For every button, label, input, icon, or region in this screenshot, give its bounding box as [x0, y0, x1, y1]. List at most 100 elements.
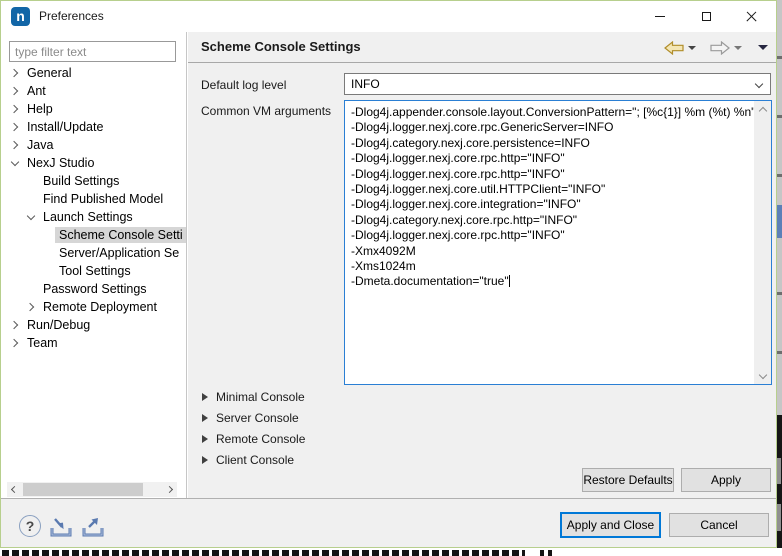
preferences-tree: General Ant HelpInstall/UpdateJava NexJ Stu… — [1, 64, 186, 352]
apply-button[interactable]: Apply — [681, 468, 771, 492]
vm-arguments-label: Common VM arguments — [201, 104, 331, 118]
log-level-label: Default log level — [201, 78, 286, 92]
chevron-right-icon[interactable] — [23, 304, 39, 310]
tree-item-find-published-model[interactable]: Find Published Model — [1, 190, 186, 208]
tree-item-label: Run/Debug — [23, 317, 94, 333]
forward-arrow-icon[interactable] — [710, 41, 730, 55]
vm-argument-line: -Dmeta.documentation="true" — [351, 274, 754, 289]
log-level-value: INFO — [351, 77, 380, 91]
title-bar[interactable]: n Preferences — [1, 1, 776, 32]
vm-argument-line: -Dlog4j.logger.nexj.core.util.HTTPClient… — [351, 182, 754, 197]
tree-item-java[interactable]: Java — [1, 136, 186, 154]
maximize-icon — [702, 12, 711, 21]
close-icon — [745, 11, 757, 23]
tree-item-password-settings[interactable]: Password Settings — [1, 280, 186, 298]
chevron-down-icon[interactable] — [23, 216, 39, 219]
chevron-right-icon[interactable] — [7, 142, 23, 148]
chevron-right-icon[interactable] — [7, 322, 23, 328]
section-minimal-console[interactable]: Minimal Console — [202, 386, 305, 407]
tree-item-label: Find Published Model — [39, 191, 167, 207]
tree-item-team[interactable]: Team — [1, 334, 186, 352]
tree-item-general[interactable]: General — [1, 64, 186, 82]
vm-argument-line: -Dlog4j.logger.nexj.core.integration="IN… — [351, 197, 754, 212]
chevron-right-icon[interactable] — [7, 88, 23, 94]
chevron-right-icon[interactable] — [7, 340, 23, 346]
vm-arguments-text: -Dlog4j.appender.console.layout.Conversi… — [345, 101, 754, 384]
view-menu-icon[interactable] — [758, 45, 768, 50]
scroll-right-icon[interactable] — [162, 487, 177, 492]
tree-item-scheme-console-setti[interactable]: Scheme Console Setti — [1, 226, 186, 244]
chevron-right-icon[interactable] — [7, 70, 23, 76]
vm-argument-line: -Dlog4j.logger.nexj.core.rpc.http="INFO" — [351, 167, 754, 182]
close-button[interactable] — [728, 1, 774, 32]
background-window-fragment-right — [777, 0, 782, 548]
vm-argument-line: -Dlog4j.category.nexj.core.rpc.http="INF… — [351, 213, 754, 228]
settings-panel: Default log level INFO Common VM argumen… — [188, 63, 776, 498]
tree-item-label: NexJ Studio — [23, 155, 98, 171]
vm-argument-line: -Xms1024m — [351, 259, 754, 274]
triangle-right-icon — [202, 435, 208, 443]
section-label: Client Console — [216, 453, 294, 467]
section-remote-console[interactable]: Remote Console — [202, 428, 305, 449]
minimize-button[interactable] — [637, 1, 683, 32]
tree-item-label: Remote Deployment — [39, 299, 161, 315]
settings-header: Scheme Console Settings — [188, 32, 776, 63]
vm-argument-line: -Dlog4j.logger.nexj.core.rpc.http="INFO" — [351, 228, 754, 243]
chevron-right-icon[interactable] — [7, 106, 23, 112]
export-preferences-icon[interactable] — [81, 517, 107, 539]
tree-item-label: Server/Application Se — [55, 245, 183, 261]
tree-item-label: Java — [23, 137, 57, 153]
tree-horizontal-scrollbar[interactable] — [7, 482, 177, 497]
minimize-icon — [655, 16, 665, 17]
tree-item-install-update[interactable]: Install/Update — [1, 118, 186, 136]
tree-item-server-application-se[interactable]: Server/Application Se — [1, 244, 186, 262]
scroll-down-icon[interactable] — [754, 368, 771, 384]
tree-item-ant[interactable]: Ant — [1, 82, 186, 100]
maximize-button[interactable] — [683, 1, 729, 32]
tree-item-launch-settings[interactable]: Launch Settings — [1, 208, 186, 226]
tree-item-label: General — [23, 65, 75, 81]
vm-argument-line: -Dlog4j.logger.nexj.core.rpc.http="INFO" — [351, 151, 754, 166]
chevron-down-icon[interactable] — [7, 162, 23, 165]
vm-arguments-textarea[interactable]: -Dlog4j.appender.console.layout.Conversi… — [344, 100, 772, 385]
tree-item-label: Launch Settings — [39, 209, 137, 225]
section-client-console[interactable]: Client Console — [202, 449, 305, 470]
filter-input[interactable] — [9, 41, 176, 62]
log-level-combo[interactable]: INFO — [344, 73, 771, 95]
scrollbar-thumb[interactable] — [23, 483, 143, 496]
forward-history-dropdown-icon[interactable] — [734, 46, 742, 50]
scroll-left-icon[interactable] — [7, 487, 22, 492]
tree-item-label: Help — [23, 101, 57, 117]
back-arrow-icon[interactable] — [664, 41, 684, 55]
window-title: Preferences — [39, 9, 104, 23]
tree-item-remote-deployment[interactable]: Remote Deployment — [1, 298, 186, 316]
tree-item-help[interactable]: Help — [1, 100, 186, 118]
vm-argument-line: -Dlog4j.category.nexj.core.persistence=I… — [351, 136, 754, 151]
apply-and-close-button[interactable]: Apply and Close — [560, 512, 661, 538]
preferences-dialog-screenshot: n Preferences General Ant HelpInstall/Upda… — [0, 0, 782, 556]
tree-item-label: Build Settings — [39, 173, 123, 189]
scroll-up-icon[interactable] — [754, 101, 771, 117]
chevron-down-icon — [755, 80, 763, 88]
back-history-dropdown-icon[interactable] — [688, 46, 696, 50]
page-title: Scheme Console Settings — [201, 39, 361, 54]
cancel-button[interactable]: Cancel — [669, 513, 769, 537]
restore-defaults-button[interactable]: Restore Defaults — [582, 468, 674, 492]
tree-item-label: Ant — [23, 83, 50, 99]
tree-item-tool-settings[interactable]: Tool Settings — [1, 262, 186, 280]
tree-item-run-debug[interactable]: Run/Debug — [1, 316, 186, 334]
sidebar: General Ant HelpInstall/UpdateJava NexJ Stu… — [1, 32, 187, 498]
dialog-footer: ? Apply and Close Cancel — [1, 498, 776, 547]
section-label: Minimal Console — [216, 390, 305, 404]
section-server-console[interactable]: Server Console — [202, 407, 305, 428]
tree-item-build-settings[interactable]: Build Settings — [1, 172, 186, 190]
help-icon[interactable]: ? — [19, 515, 41, 537]
tree-item-nexj-studio[interactable]: NexJ Studio — [1, 154, 186, 172]
chevron-right-icon[interactable] — [7, 124, 23, 130]
import-preferences-icon[interactable] — [49, 517, 75, 539]
nexj-logo-icon: n — [11, 7, 30, 26]
vm-vertical-scrollbar[interactable] — [754, 101, 771, 384]
tree-item-label: Scheme Console Setti — [55, 227, 186, 243]
vm-argument-line: -Xmx4092M — [351, 244, 754, 259]
tree-item-label: Tool Settings — [55, 263, 135, 279]
